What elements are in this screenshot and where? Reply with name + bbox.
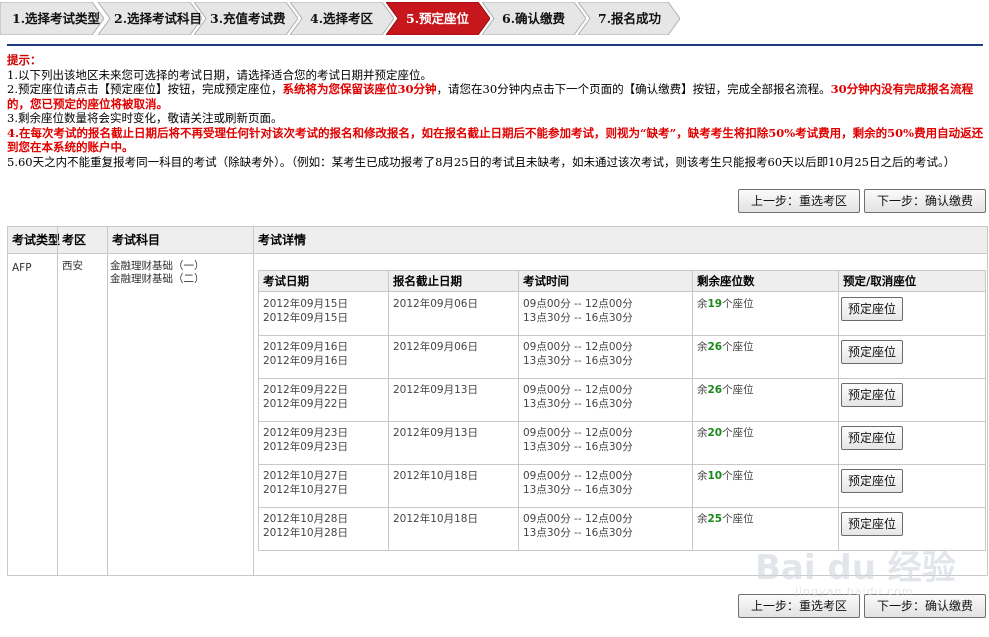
tip-2-part-a: 2.预定座位请点击【预定座位】按钮，完成预定座位，	[7, 82, 283, 96]
seat-count: 余10个座位	[697, 470, 754, 482]
col-divider	[253, 227, 254, 575]
step-7: 7.报名成功	[578, 2, 680, 35]
tip-1: 1.以下列出该地区未来您可选择的考试日期，请选择适合您的考试日期并预定座位。	[7, 67, 432, 82]
exam-time: 09点00分 -- 12点00分 13点30分 -- 16点30分	[523, 513, 633, 539]
step-2-label: 2.选择考试科目	[114, 11, 203, 26]
exam-time: 09点00分 -- 12点00分 13点30分 -- 16点30分	[523, 427, 633, 453]
step-7-label: 7.报名成功	[598, 11, 662, 26]
header-deadline: 报名截止日期	[393, 274, 462, 288]
header-exam-time: 考试时间	[523, 274, 569, 288]
progress-steps: 1.选择考试类型 2.选择考试科目 3.充值考试费 4.选择考区 5.预定座位 …	[0, 2, 680, 35]
next-step-button-top[interactable]: 下一步：确认缴费	[864, 189, 986, 213]
exam-date: 2012年10月28日 2012年10月28日	[263, 513, 348, 539]
deadline: 2012年10月18日	[393, 470, 478, 482]
tip-2: 2.预定座位请点击【预定座位】按钮，完成预定座位，系统将为您保留该座位30分钟，…	[7, 82, 987, 111]
tips-title: 提示：	[7, 53, 42, 67]
exam-time: 09点00分 -- 12点00分 13点30分 -- 16点30分	[523, 298, 633, 324]
watermark-text: Bai du 经验	[755, 548, 956, 588]
header-detail: 考试详情	[258, 233, 307, 247]
exam-table: 考试类型 考区 考试科目 考试详情 AFP 西安 金融理财基础（一） 金融理财基…	[7, 226, 988, 576]
reserve-seat-button[interactable]: 预定座位	[841, 383, 903, 407]
step-3-label: 3.充值考试费	[210, 11, 286, 26]
exam-time: 09点00分 -- 12点00分 13点30分 -- 16点30分	[523, 341, 633, 367]
col-divider	[57, 227, 58, 575]
step-1-label: 1.选择考试类型	[12, 11, 101, 26]
tip-3: 3.剩余座位数量将会实时变化，敬请关注或刷新页面。	[7, 111, 283, 125]
tip-2-part-c: ，请您在30分钟内点击下一个页面的【确认缴费】按钮，完成全部报名流程。	[436, 82, 831, 96]
reserve-seat-button[interactable]: 预定座位	[841, 340, 903, 364]
table-row: 2012年10月27日 2012年10月27日 2012年10月18日 09点00…	[259, 465, 985, 508]
seat-count: 余26个座位	[697, 341, 754, 353]
col-divider	[107, 227, 108, 575]
exam-time: 09点00分 -- 12点00分 13点30分 -- 16点30分	[523, 384, 633, 410]
header-action: 预定/取消座位	[843, 274, 917, 288]
tip-2-part-b: 系统将为您保留该座位30分钟	[282, 82, 437, 96]
seat-count: 余19个座位	[697, 298, 754, 310]
seat-count: 余20个座位	[697, 427, 754, 439]
exam-time: 09点00分 -- 12点00分 13点30分 -- 16点30分	[523, 470, 633, 496]
table-row: 2012年09月22日 2012年09月22日 2012年09月13日 09点00…	[259, 379, 985, 422]
seat-count: 余26个座位	[697, 384, 754, 396]
deadline: 2012年10月18日	[393, 513, 478, 525]
exam-date: 2012年09月16日 2012年09月16日	[263, 341, 348, 367]
reserve-seat-button[interactable]: 预定座位	[841, 469, 903, 493]
table-row: 2012年09月15日 2012年09月15日 2012年09月06日 09点00…	[259, 293, 985, 336]
reserve-seat-button[interactable]: 预定座位	[841, 426, 903, 450]
tip-4: 4.在每次考试的报名截止日期后将不再受理任何针对该次考试的报名和修改报名，如在报…	[7, 125, 984, 155]
step-4: 4.选择考区	[290, 2, 394, 35]
table-row: 2012年09月16日 2012年09月16日 2012年09月06日 09点00…	[259, 336, 985, 379]
step-6-label: 6.确认缴费	[502, 11, 566, 26]
deadline: 2012年09月13日	[393, 384, 478, 396]
detail-table-header: 考试日期 报名截止日期 考试时间 剩余座位数 预定/取消座位	[259, 271, 985, 292]
tip-5: 5.60天之内不能重复报考同一科目的考试（除缺考外）。（例如：某考生已成功报考了…	[7, 154, 956, 169]
deadline: 2012年09月13日	[393, 427, 478, 439]
header-subject: 考试科目	[112, 233, 161, 247]
prev-step-button-top[interactable]: 上一步：重选考区	[738, 189, 860, 213]
subject-2: 金融理财基础（二）	[110, 273, 205, 285]
header-divider	[7, 44, 983, 46]
header-exam-type: 考试类型	[12, 233, 61, 247]
exam-type-value: AFP	[12, 262, 32, 274]
exam-date: 2012年09月22日 2012年09月22日	[263, 384, 348, 410]
tips-panel: 提示： 1.以下列出该地区未来您可选择的考试日期，请选择适合您的考试日期并预定座…	[7, 53, 987, 169]
step-3: 3.充值考试费	[194, 2, 298, 35]
table-row: 2012年09月23日 2012年09月23日 2012年09月13日 09点00…	[259, 422, 985, 465]
step-4-label: 4.选择考区	[310, 11, 374, 26]
seat-count: 余25个座位	[697, 513, 754, 525]
step-5-label: 5.预定座位	[406, 11, 470, 26]
step-2: 2.选择考试科目	[98, 2, 202, 35]
region-value: 西安	[62, 260, 83, 272]
exam-table-header: 考试类型 考区 考试科目 考试详情	[8, 227, 987, 254]
deadline: 2012年09月06日	[393, 341, 478, 353]
deadline: 2012年09月06日	[393, 298, 478, 310]
step-5: 5.预定座位	[386, 2, 490, 35]
exam-date: 2012年10月27日 2012年10月27日	[263, 470, 348, 496]
step-1: 1.选择考试类型	[0, 2, 104, 35]
exam-date: 2012年09月15日 2012年09月15日	[263, 298, 348, 324]
exam-date: 2012年09月23日 2012年09月23日	[263, 427, 348, 453]
exam-detail-table: 考试日期 报名截止日期 考试时间 剩余座位数 预定/取消座位 2012年09月1…	[258, 270, 986, 551]
baidu-watermark-logo: Bai du 经验 jingyan.baidu.com	[755, 540, 956, 598]
header-seats: 剩余座位数	[697, 274, 755, 288]
reserve-seat-button[interactable]: 预定座位	[841, 297, 903, 321]
header-region: 考区	[62, 233, 87, 247]
step-6: 6.确认缴费	[482, 2, 586, 35]
header-exam-date: 考试日期	[263, 274, 309, 288]
reserve-seat-button[interactable]: 预定座位	[841, 512, 903, 536]
subject-1: 金融理财基础（一）	[110, 260, 205, 272]
